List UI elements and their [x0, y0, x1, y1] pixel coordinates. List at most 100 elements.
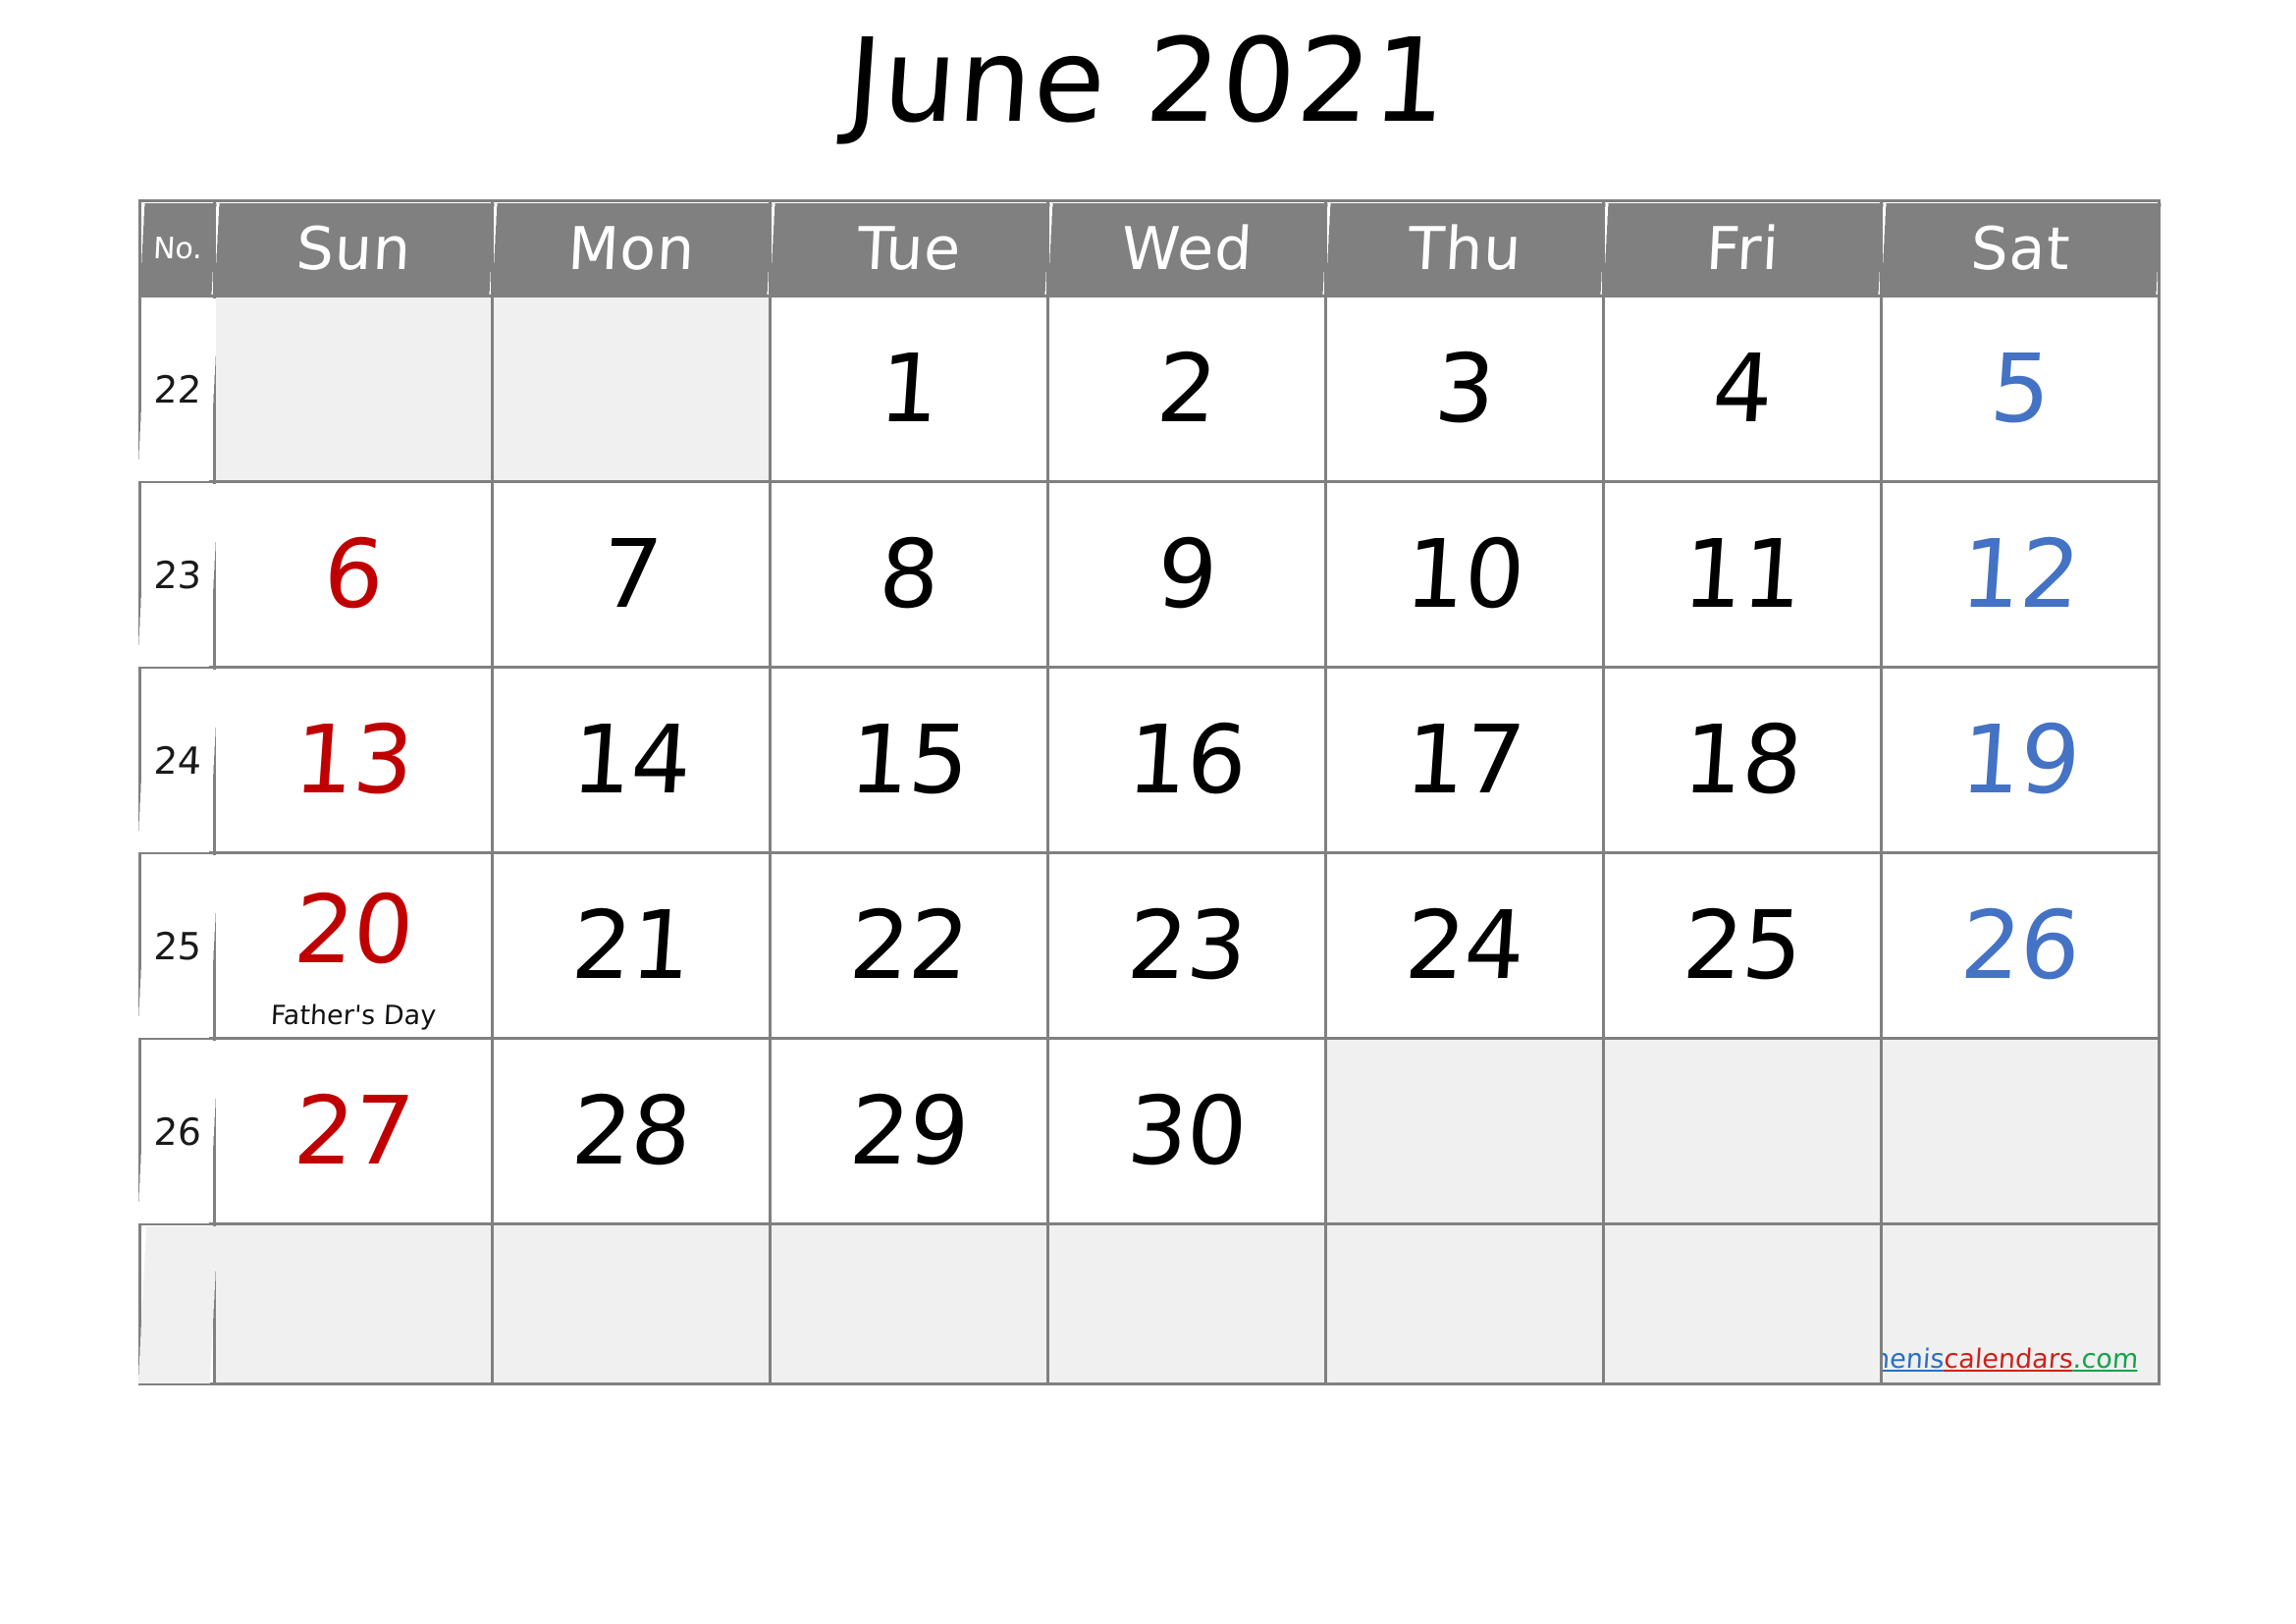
header-week-no-label: No.	[151, 231, 203, 266]
day-number: 13	[291, 705, 416, 815]
calendar-day-cell[interactable]: 20 Father's Day	[213, 851, 494, 1040]
calendar-empty-cell	[1324, 1037, 1605, 1225]
calendar-day-cell[interactable]: 2	[1046, 295, 1327, 483]
day-number: 5	[1987, 334, 2054, 444]
day-number: 19	[1957, 705, 2083, 815]
header-day-mon: Mon	[489, 200, 774, 297]
calendar-day-cell[interactable]: 14	[491, 666, 772, 854]
day-number: 27	[291, 1076, 416, 1186]
calendar-day-cell[interactable]: 27	[213, 1037, 494, 1225]
day-number: 14	[568, 705, 694, 815]
header-day-thu: Thu	[1322, 200, 1607, 297]
calendar-week-row: wheniscalendars.com	[135, 1222, 2161, 1385]
header-day-mon-label: Mon	[565, 214, 697, 283]
header-day-tue: Tue	[767, 200, 1051, 297]
day-number: 16	[1124, 705, 1250, 815]
holiday-label: Father's Day	[269, 1001, 438, 1031]
calendar-day-cell[interactable]: 17	[1324, 666, 1605, 854]
day-number: 29	[846, 1076, 972, 1186]
day-number: 8	[876, 519, 942, 629]
calendar-day-cell[interactable]: 24	[1324, 851, 1605, 1040]
calendar-day-cell[interactable]: 15	[769, 666, 1049, 854]
calendar-day-cell[interactable]: 28	[491, 1037, 772, 1225]
header-day-wed: Wed	[1044, 200, 1329, 297]
day-number: 24	[1402, 891, 1527, 1001]
day-number: 10	[1402, 519, 1527, 629]
week-number-cell: 22	[134, 296, 220, 482]
calendar-empty-cell: wheniscalendars.com	[1880, 1222, 2161, 1385]
calendar-empty-cell	[1602, 1222, 1883, 1385]
day-number: 25	[1680, 891, 1805, 1001]
calendar-empty-cell	[1602, 1037, 1883, 1225]
day-number: 4	[1709, 334, 1776, 444]
calendar-day-cell[interactable]: 26	[1880, 851, 2161, 1040]
calendar-week-row: 26 27 28 29 30	[134, 1037, 2161, 1225]
day-number: 28	[568, 1076, 694, 1186]
calendar-day-cell[interactable]: 12	[1880, 480, 2161, 669]
calendar-day-cell[interactable]: 9	[1046, 480, 1327, 669]
calendar-day-cell[interactable]: 7	[491, 480, 772, 669]
calendar-day-cell[interactable]: 16	[1046, 666, 1327, 854]
calendar-empty-cell	[1046, 1222, 1327, 1385]
calendar-week-row: 25 20 Father's Day 21 22 23 24 25 26	[134, 851, 2161, 1040]
week-number-cell: 25	[134, 852, 220, 1039]
day-number: 7	[598, 519, 665, 629]
calendar-day-cell[interactable]: 29	[769, 1037, 1049, 1225]
calendar-week-row: 24 13 14 15 16 17 18 19	[134, 666, 2161, 854]
header-day-thu-label: Thu	[1406, 214, 1523, 283]
calendar-day-cell[interactable]: 25	[1602, 851, 1883, 1040]
week-number-cell: 23	[134, 481, 220, 668]
day-number: 17	[1402, 705, 1527, 815]
site-watermark-link[interactable]: wheniscalendars.com	[1881, 1344, 2140, 1375]
watermark-part-com: .com	[2071, 1344, 2140, 1375]
calendar-day-cell[interactable]: 4	[1602, 295, 1883, 483]
day-number: 30	[1124, 1076, 1250, 1186]
header-day-wed-label: Wed	[1119, 214, 1255, 283]
day-number: 18	[1680, 705, 1805, 815]
calendar-empty-cell	[213, 295, 494, 483]
calendar-day-cell[interactable]: 5	[1880, 295, 2161, 483]
calendar-day-cell[interactable]: 8	[769, 480, 1049, 669]
calendar-day-cell[interactable]: 30	[1046, 1037, 1327, 1225]
calendar-empty-cell	[491, 1222, 772, 1385]
header-day-sat: Sat	[1878, 200, 2163, 297]
calendar-header-row: No. Sun Mon Tue Wed Thu Fri Sat	[136, 200, 2163, 297]
day-number: 6	[320, 519, 387, 629]
calendar-day-cell[interactable]: 10	[1324, 480, 1605, 669]
day-number: 20	[291, 875, 416, 985]
calendar-day-cell[interactable]: 23	[1046, 851, 1327, 1040]
header-day-sun-label: Sun	[294, 214, 413, 283]
day-number: 1	[876, 334, 942, 444]
day-number: 9	[1153, 519, 1220, 629]
calendar-empty-cell	[213, 1222, 494, 1385]
header-day-fri-label: Fri	[1703, 214, 1782, 283]
header-day-sat-label: Sat	[1968, 214, 2072, 283]
day-number: 12	[1957, 519, 2083, 629]
day-number: 21	[568, 891, 694, 1001]
day-number: 26	[1957, 891, 2083, 1001]
calendar-day-cell[interactable]: 3	[1324, 295, 1605, 483]
week-number-cell	[135, 1223, 219, 1384]
day-number: 11	[1680, 519, 1805, 629]
watermark-part-whenis: whenis	[1881, 1344, 1946, 1375]
calendar-day-cell[interactable]: 1	[769, 295, 1049, 483]
calendar-body: 22 1 2 3 4 5 23 6 7 8 9 10 11 12 24 13 14 15 16 17 18 19 25 20 F…	[134, 295, 2161, 1385]
calendar-day-cell[interactable]: 11	[1602, 480, 1883, 669]
watermark-part-calendars: calendars	[1943, 1344, 2074, 1375]
calendar-day-cell[interactable]: 22	[769, 851, 1049, 1040]
calendar-empty-cell	[1324, 1222, 1605, 1385]
calendar-grid: No. Sun Mon Tue Wed Thu Fri Sat 22 1 2 3…	[134, 199, 2163, 1385]
day-number: 2	[1153, 334, 1220, 444]
header-day-fri: Fri	[1600, 200, 1885, 297]
calendar-day-cell[interactable]: 18	[1602, 666, 1883, 854]
calendar-empty-cell	[491, 295, 772, 483]
calendar-day-cell[interactable]: 6	[213, 480, 494, 669]
day-number: 22	[846, 891, 972, 1001]
header-day-tue-label: Tue	[855, 214, 963, 283]
calendar-day-cell[interactable]: 13	[213, 666, 494, 854]
calendar-day-cell[interactable]: 19	[1880, 666, 2161, 854]
page-title: June 2021	[842, 13, 1454, 148]
header-week-no: No.	[136, 200, 218, 297]
calendar-day-cell[interactable]: 21	[491, 851, 772, 1040]
day-number: 3	[1431, 334, 1498, 444]
